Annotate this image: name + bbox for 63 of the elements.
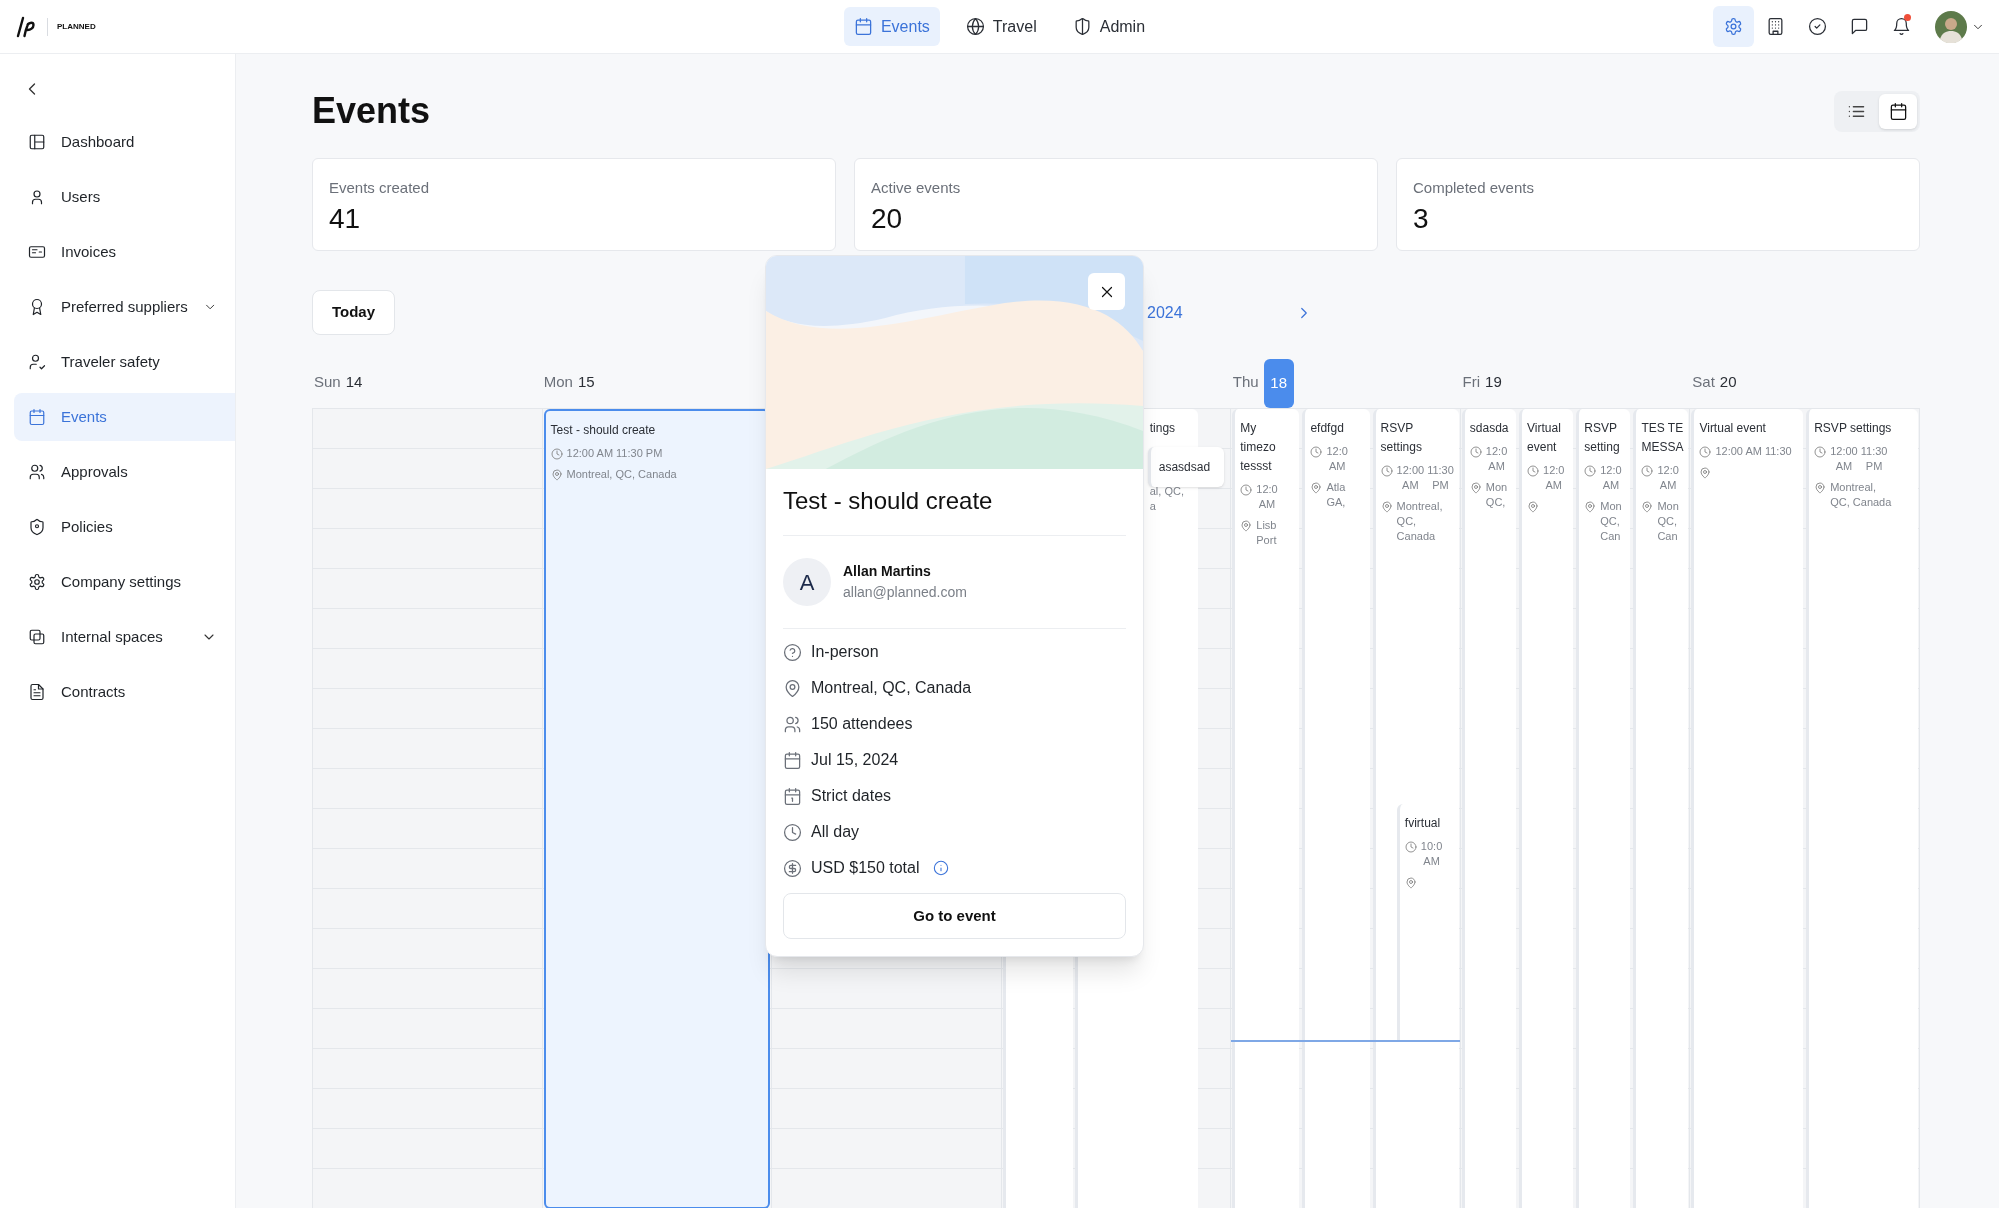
event-title: Virtual event: [1527, 420, 1562, 456]
brand-name: PLANNED: [57, 20, 96, 33]
event-title: fvirtual: [1404, 815, 1442, 832]
event-title: RSVP settings: [1380, 420, 1423, 456]
event-time: 12:0 AM: [1256, 482, 1278, 512]
stat-label: Active events: [871, 178, 962, 198]
detail-text: In-person: [811, 642, 879, 662]
event-time: 12:0 AM: [1543, 463, 1565, 493]
event-title: RSVP setting: [1584, 420, 1621, 456]
stat-label: Completed events: [1413, 178, 1535, 198]
event-location: Atla GA,: [1326, 480, 1346, 510]
event-time: 12:00 AM 11:30 PM: [566, 446, 663, 461]
date-label: 18: [1263, 359, 1294, 408]
organizer-name: Allan Martins: [843, 562, 932, 581]
avatar: A: [783, 558, 831, 606]
page-title: Events: [312, 91, 431, 131]
stat-value: 20: [871, 201, 904, 236]
date-label: 20: [1719, 372, 1737, 393]
event-time: 10:0 AM: [1420, 839, 1443, 869]
event-location: Montreal, QC, Canada: [1830, 480, 1892, 510]
weekday-label: Fri: [1462, 372, 1481, 393]
event-location: Lisb Port: [1256, 518, 1277, 548]
event-title: TES TE MESSA: [1641, 420, 1684, 456]
event-title: RSVP settings: [1814, 420, 1893, 437]
date-label: 19: [1485, 372, 1502, 393]
organizer-email: allan@planned.com: [843, 583, 967, 602]
date-label: 14: [345, 372, 363, 393]
stat-label: Events created: [329, 178, 431, 198]
event-time: 12:00 AM 11:30: [1715, 444, 1792, 459]
detail-text: Strict dates: [811, 786, 892, 806]
event-title: sdasda: [1469, 420, 1510, 437]
stat-value: 3: [1413, 201, 1430, 236]
event-title: efdfgd: [1310, 420, 1345, 437]
date-label: 15: [577, 372, 595, 393]
event-title: My timezo tessst: [1240, 420, 1277, 475]
event-time: 12:0 AM: [1326, 444, 1348, 474]
event-location: Mon QC,: [1485, 480, 1508, 510]
event-location: Mon QC, Can: [1600, 499, 1622, 544]
event-time: 12:0 AM: [1657, 463, 1679, 493]
event-title: asasdsad: [1158, 458, 1211, 476]
event-location: al, QC, a: [1149, 484, 1184, 514]
event-title: tings: [1149, 420, 1177, 437]
detail-text: Montreal, QC, Canada: [811, 678, 972, 698]
event-time: 12:0 AM: [1485, 444, 1508, 474]
event-time: 12:0 AM: [1600, 463, 1622, 493]
weekday-label: Mon: [543, 372, 573, 393]
event-time: 12:00 AM 11:30 PM: [1396, 463, 1454, 493]
weekday-label: Sun: [314, 372, 341, 393]
date-range: 2024: [1147, 302, 1183, 323]
event-title: Test - should create: [550, 422, 657, 439]
event-location: Montreal, QC, Canada: [566, 467, 677, 482]
weekday-label: Thu: [1232, 372, 1259, 393]
event-location: Mon QC, Can: [1657, 499, 1679, 544]
event-title: Virtual event: [1699, 420, 1767, 437]
weekday-label: Sat: [1692, 372, 1715, 393]
event-title: Test - should create: [783, 469, 1126, 536]
stat-value: 41: [329, 201, 362, 236]
event-time: 12:00 AM 11:30 PM: [1830, 444, 1888, 474]
detail-text: Jul 15, 2024: [811, 750, 899, 770]
detail-text: 150 attendees: [811, 714, 913, 734]
event-location: Montreal, QC, Canada: [1396, 499, 1443, 544]
detail-text: All day: [811, 822, 860, 842]
detail-text: USD $150 total: [811, 858, 920, 878]
